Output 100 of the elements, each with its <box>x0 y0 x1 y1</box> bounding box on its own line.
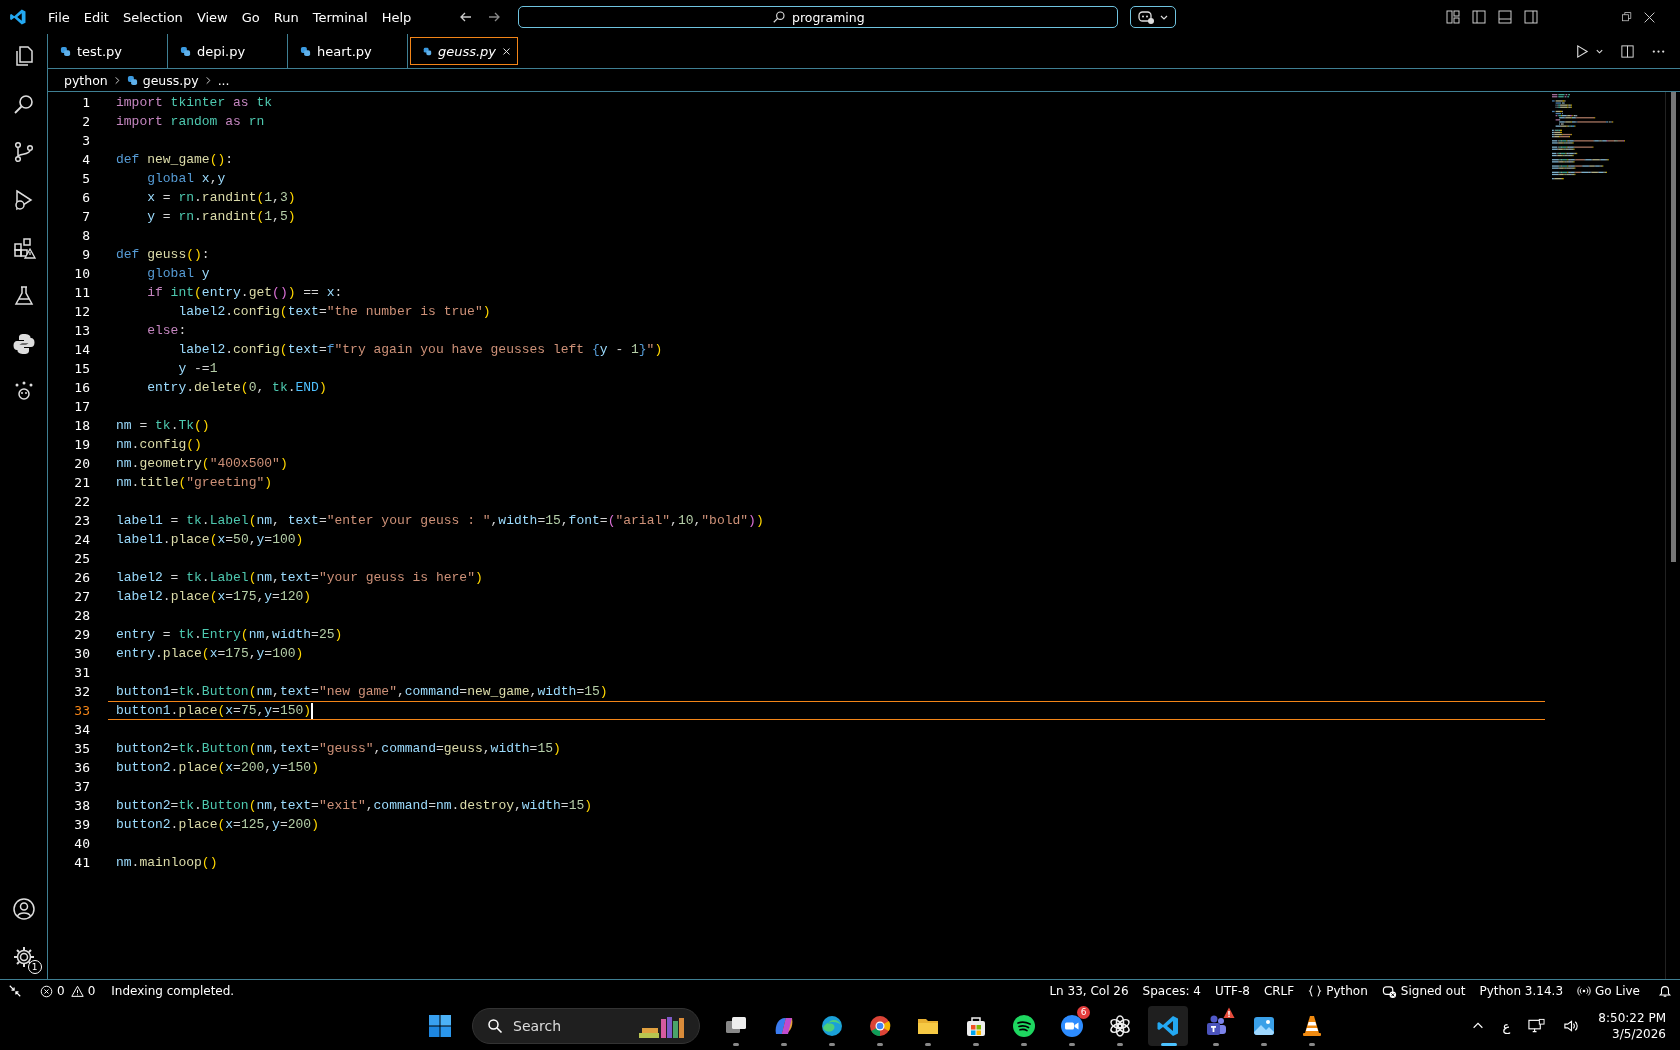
indentation-setting[interactable]: Spaces: 4 <box>1142 984 1201 998</box>
code-line: label2.place(x=175,y=120) <box>116 588 312 605</box>
restore-icon[interactable] <box>1621 11 1633 23</box>
close-icon[interactable] <box>502 45 511 57</box>
taskbar-app[interactable] <box>1148 1006 1188 1046</box>
line-number: 15 <box>73 360 91 378</box>
interpreter-version[interactable]: Python 3.14.3 <box>1479 984 1564 998</box>
line-number: 23 <box>73 512 91 530</box>
split-editor-icon[interactable] <box>1620 43 1635 59</box>
menu-item[interactable]: Go <box>234 9 267 25</box>
code-line: nm.mainloop() <box>116 854 218 871</box>
code-line: entry.delete(0, tk.END) <box>146 379 327 396</box>
menu-item[interactable]: Edit <box>76 9 116 25</box>
encoding-setting[interactable]: UTF-8 <box>1214 984 1250 998</box>
account-icon[interactable] <box>11 897 36 921</box>
taskbar-search-field[interactable]: Search <box>472 1008 700 1044</box>
close-icon[interactable] <box>1643 10 1656 24</box>
editor-tab[interactable]: geuss.py <box>410 37 518 65</box>
menu-item[interactable]: Run <box>266 9 306 25</box>
clock-time[interactable]: 8:50:22 PM <box>1598 1010 1666 1026</box>
text-cursor <box>311 702 314 719</box>
sidebar-right-icon[interactable] <box>1523 9 1539 25</box>
notification-badge: 1 <box>27 960 42 974</box>
line-number: 11 <box>73 284 91 302</box>
notification-badge: 6 <box>1077 1006 1090 1019</box>
problems-button[interactable]: 0 0 <box>40 984 98 998</box>
command-center[interactable]: programing <box>518 6 1119 28</box>
search-icon <box>487 1018 503 1034</box>
start-icon[interactable] <box>428 1014 452 1038</box>
code-line: button1=tk.Button(nm,text="new game",command=new_game,width=15) <box>116 683 608 700</box>
file-type-icon <box>60 45 71 57</box>
status-message: Indexing completed. <box>111 984 235 998</box>
line-number: 3 <box>81 132 91 150</box>
interlocking-shapes-icon[interactable] <box>11 332 36 356</box>
code-line: button2.place(x=200,y=150) <box>116 759 319 776</box>
code-line: nm.geometry("400x500") <box>116 455 288 472</box>
code-line: label2.config(text="the number is true") <box>177 303 491 320</box>
menu-item[interactable]: View <box>189 9 235 25</box>
code-line: button1.place(x=75,y=150) <box>116 702 312 719</box>
code-line: entry = tk.Entry(nm,width=25) <box>116 626 343 643</box>
menu-item[interactable]: Selection <box>115 9 190 25</box>
account-status[interactable]: Signed out <box>1400 984 1466 998</box>
code-line: y = rn.randint(1,5) <box>146 208 296 225</box>
run-icon[interactable] <box>1574 43 1589 59</box>
line-number: 40 <box>73 835 91 853</box>
code-line: else: <box>146 322 187 339</box>
breadcrumb-item[interactable]: python <box>64 72 108 88</box>
search-icon <box>771 10 786 24</box>
line-number: 32 <box>73 683 91 701</box>
taskbar-app[interactable]: 6 <box>1052 1006 1092 1046</box>
live-server-button[interactable]: Go Live <box>1595 984 1640 998</box>
breadcrumb-item[interactable]: ... <box>217 72 230 88</box>
line-number: 6 <box>81 189 91 207</box>
line-number: 4 <box>81 151 91 169</box>
code-line: label2.config(text=f"try again you have geusses left {y - 1}") <box>177 341 663 358</box>
line-ending-setting[interactable]: CRLF <box>1263 984 1295 998</box>
language-mode[interactable]: Python <box>1326 984 1368 998</box>
editor-tab[interactable]: test.py <box>48 34 168 68</box>
extensions-icon[interactable] <box>11 236 36 260</box>
network-icon[interactable] <box>1528 1018 1546 1034</box>
sidebar-left-icon[interactable] <box>1471 9 1487 25</box>
line-number: 12 <box>73 303 91 321</box>
assistant-icon <box>1381 983 1397 999</box>
remote-icon[interactable] <box>8 984 22 998</box>
line-number: 36 <box>73 759 91 777</box>
code-line: entry.place(x=175,y=100) <box>116 645 304 662</box>
line-number: 17 <box>73 398 91 416</box>
file-type-icon <box>423 45 432 57</box>
line-number: 38 <box>73 797 91 815</box>
line-number: 2 <box>81 113 91 131</box>
line-number: 25 <box>73 550 91 568</box>
cursor-position[interactable]: Ln 33, Col 26 <box>1049 984 1129 998</box>
broadcast-icon <box>1577 984 1592 998</box>
menu-item[interactable]: Terminal <box>305 9 375 25</box>
video-call-icon <box>1060 1014 1084 1038</box>
code-line: def geuss(): <box>116 246 210 263</box>
line-number: 18 <box>73 417 91 435</box>
menu-item[interactable]: File <box>41 9 77 25</box>
editor-tab[interactable]: heart.py <box>288 34 408 68</box>
panel-icon[interactable] <box>1497 9 1513 25</box>
breadcrumb-item[interactable]: geuss.py <box>142 72 199 88</box>
code-line: x = rn.randint(1,3) <box>146 189 296 206</box>
team-chat-icon <box>1204 1014 1228 1038</box>
bell-icon[interactable] <box>1658 984 1672 998</box>
photos-icon <box>1252 1014 1276 1038</box>
chat-menu-button[interactable] <box>1130 6 1177 28</box>
line-number: 1 <box>81 94 91 112</box>
editor-tab[interactable]: depi.py <box>168 34 288 68</box>
line-number: 29 <box>73 626 91 644</box>
volume-icon[interactable] <box>1563 1018 1581 1034</box>
browser-icon <box>820 1014 844 1038</box>
clock-date[interactable]: 3/5/2026 <box>1612 1026 1666 1042</box>
keyboard-language[interactable]: ع <box>1502 1018 1511 1034</box>
menu-item[interactable]: Help <box>374 9 419 25</box>
line-number: 27 <box>73 588 91 606</box>
layout-icon[interactable] <box>1445 9 1461 25</box>
scrollbar-thumb[interactable] <box>1671 92 1676 562</box>
code-line: import random as rn <box>116 113 265 130</box>
line-number: 26 <box>73 569 91 587</box>
settings-icon[interactable] <box>11 945 36 969</box>
